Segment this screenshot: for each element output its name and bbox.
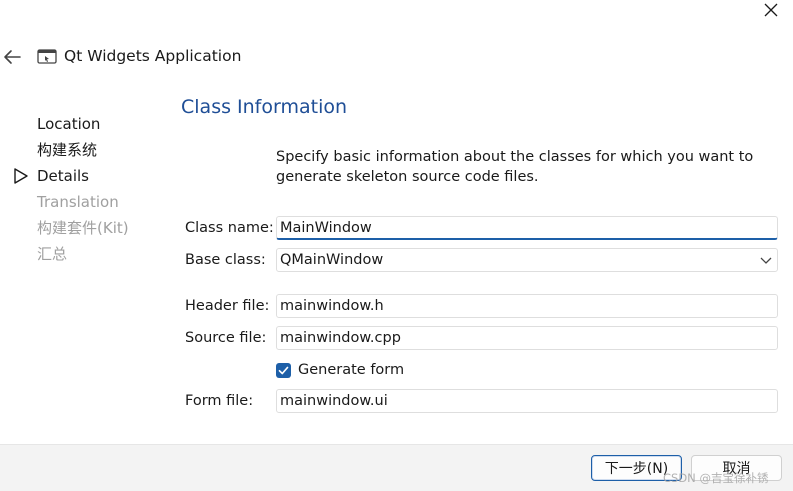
step-details: Details: [37, 167, 90, 185]
header-file-input[interactable]: mainwindow.h: [276, 294, 778, 318]
triangle-right-icon: [14, 168, 28, 184]
page-description: Specify basic information about the clas…: [276, 149, 754, 185]
checkmark-icon: [278, 366, 289, 374]
class-name-value: MainWindow: [280, 219, 372, 236]
base-class-value: QMainWindow: [280, 252, 384, 268]
form-file-input[interactable]: mainwindow.ui: [276, 389, 778, 413]
close-icon: [764, 3, 778, 17]
back-button[interactable]: [2, 48, 22, 66]
step-translation: Translation: [37, 193, 119, 211]
class-name-input[interactable]: MainWindow: [276, 216, 778, 240]
header-file-label: Header file:: [185, 298, 270, 314]
page-title: Class Information: [181, 96, 348, 118]
qt-window-icon: [37, 49, 57, 64]
window-title: Qt Widgets Application: [64, 47, 242, 65]
close-button[interactable]: [758, 0, 784, 20]
generate-form-label: Generate form: [298, 362, 405, 378]
step-kit: 构建套件(Kit): [37, 219, 129, 237]
chevron-down-icon: [760, 257, 772, 264]
back-arrow-icon: [4, 50, 21, 64]
checkbox-box[interactable]: [276, 362, 291, 378]
watermark: CSDN @吉宝徐补锈: [663, 471, 769, 485]
class-name-label: Class name:: [185, 220, 274, 236]
step-location: Location: [37, 115, 101, 133]
step-build-system: 构建系统: [37, 141, 98, 159]
form-file-label: Form file:: [185, 393, 254, 409]
source-file-label: Source file:: [185, 330, 267, 346]
source-file-value: mainwindow.cpp: [280, 330, 401, 346]
step-summary: 汇总: [37, 245, 68, 263]
generate-form-checkbox[interactable]: Generate form: [276, 360, 404, 380]
header-file-value: mainwindow.h: [280, 298, 384, 314]
base-class-select[interactable]: QMainWindow: [276, 248, 778, 272]
source-file-input[interactable]: mainwindow.cpp: [276, 326, 778, 350]
base-class-label: Base class:: [185, 252, 266, 268]
form-file-value: mainwindow.ui: [280, 393, 388, 409]
